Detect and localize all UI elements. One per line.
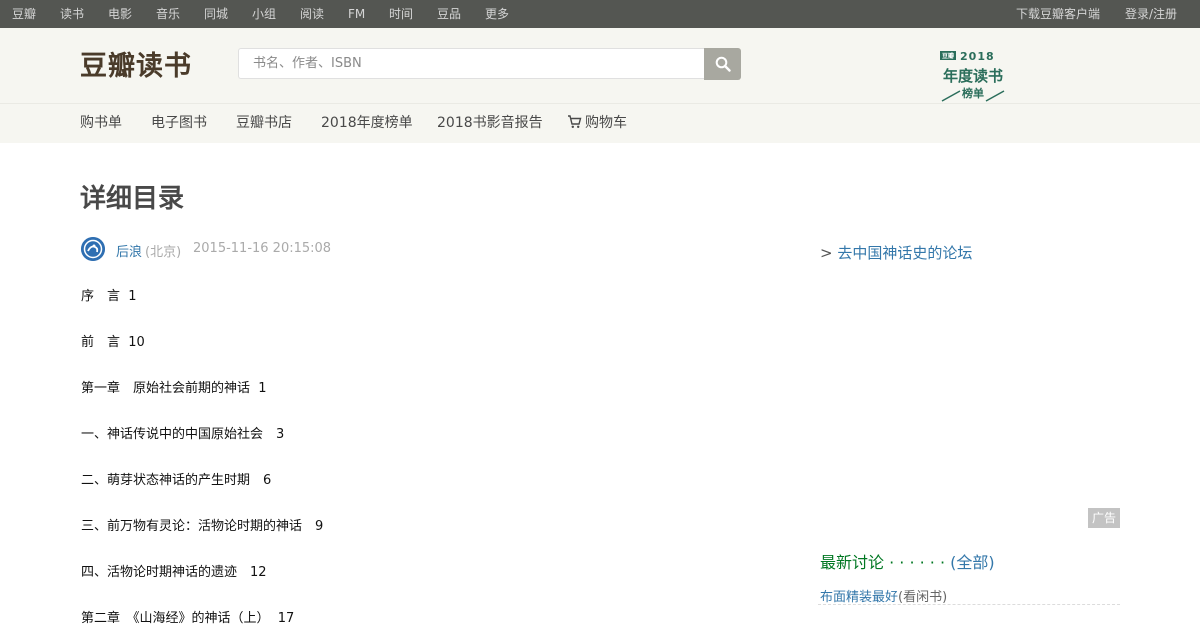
toc-line: 一、神话传说中的中国原始社会 3 <box>81 427 285 442</box>
global-nav-book[interactable]: 读书 <box>60 0 84 28</box>
discussions-title: 最新讨论 <box>820 553 885 572</box>
global-nav-douban[interactable]: 豆瓣 <box>12 0 36 28</box>
forum-arrow: > <box>820 244 833 262</box>
discussion-link[interactable]: 布面精装最好 <box>820 590 898 605</box>
go-to-forum-link[interactable]: > 去中国神话史的论坛 <box>820 242 972 263</box>
toc-line: 序 言 1 <box>81 289 137 304</box>
nav-annual-list[interactable]: 2018年度榜单 <box>321 104 413 143</box>
page-title: 详细目录 <box>80 184 185 214</box>
list-item: 布面精装最好(看闲书) <box>820 586 947 605</box>
cart-label: 购物车 <box>585 115 627 131</box>
latest-discussions-heading: 最新讨论 · · · · · · (全部) <box>820 549 995 573</box>
nav-ebooks[interactable]: 电子图书 <box>151 104 207 143</box>
heading-dots: · · · · · · <box>889 553 946 572</box>
badge-year: 2018 <box>960 50 995 63</box>
badge-douban-tag: 豆瓣 <box>940 51 957 60</box>
search-box <box>238 48 706 79</box>
badge-title: 年度读书 <box>942 67 1003 85</box>
divider <box>818 604 1120 605</box>
douban-book-logo[interactable]: 豆瓣读书 <box>80 44 192 83</box>
toc-line: 四、活物论时期神话的遗迹 12 <box>81 565 267 580</box>
global-nav-market[interactable]: 豆品 <box>437 0 461 28</box>
toc-line: 第二章 《山海经》的神话（上） 17 <box>81 611 295 626</box>
download-app-link[interactable]: 下载豆瓣客户端 <box>1016 0 1100 28</box>
toc-line: 第一章 原始社会前期的神话 1 <box>81 381 267 396</box>
site-header: 豆瓣读书 豆瓣2018 年度读书 榜单 <box>0 28 1200 118</box>
global-nav-fm[interactable]: FM <box>348 0 365 28</box>
global-nav-read[interactable]: 阅读 <box>300 0 324 28</box>
global-nav-group[interactable]: 小组 <box>252 0 276 28</box>
avatar[interactable] <box>81 237 105 261</box>
global-nav-movie[interactable]: 电影 <box>108 0 132 28</box>
search-icon <box>715 56 731 72</box>
toc-line: 三、前万物有灵论：活物论时期的神话 9 <box>81 519 324 534</box>
nav-book-list[interactable]: 购书单 <box>80 104 122 143</box>
nav-cart[interactable]: 购物车 <box>567 104 627 143</box>
global-nav-events[interactable]: 同城 <box>204 0 228 28</box>
author-location: (北京) <box>145 245 182 260</box>
global-nav-time[interactable]: 时间 <box>389 0 413 28</box>
all-discussions-link[interactable]: (全部) <box>950 553 995 572</box>
global-nav-music[interactable]: 音乐 <box>156 0 180 28</box>
author-avatar-icon <box>81 237 105 261</box>
search-button[interactable] <box>704 48 741 80</box>
badge-subtitle: 榜单 <box>962 87 984 100</box>
discussion-author: (看闲书) <box>898 590 948 605</box>
search-input[interactable] <box>239 49 706 78</box>
nav-annual-report[interactable]: 2018书影音报告 <box>437 104 543 143</box>
toc-line: 前 言 10 <box>81 335 145 350</box>
global-nav-more[interactable]: 更多 <box>485 0 509 28</box>
toc-line: 二、萌芽状态神话的产生时期 6 <box>81 473 272 488</box>
nav-bookstore[interactable]: 豆瓣书店 <box>236 104 292 143</box>
post-timestamp: 2015-11-16 20:15:08 <box>193 241 332 256</box>
author-link[interactable]: 后浪 <box>116 241 142 260</box>
book-sub-nav: 购书单 电子图书 豆瓣书店 2018年度榜单 2018书影音报告 购物车 <box>0 103 1200 143</box>
forum-link-label: 去中国神话史的论坛 <box>837 244 973 262</box>
login-register-link[interactable]: 登录/注册 <box>1125 0 1177 28</box>
ad-label: 广告 <box>1088 508 1120 528</box>
global-nav-bar: 豆瓣 读书 电影 音乐 同城 小组 阅读 FM 时间 豆品 更多 下载豆瓣客户端… <box>0 0 1200 28</box>
cart-icon <box>568 115 582 128</box>
